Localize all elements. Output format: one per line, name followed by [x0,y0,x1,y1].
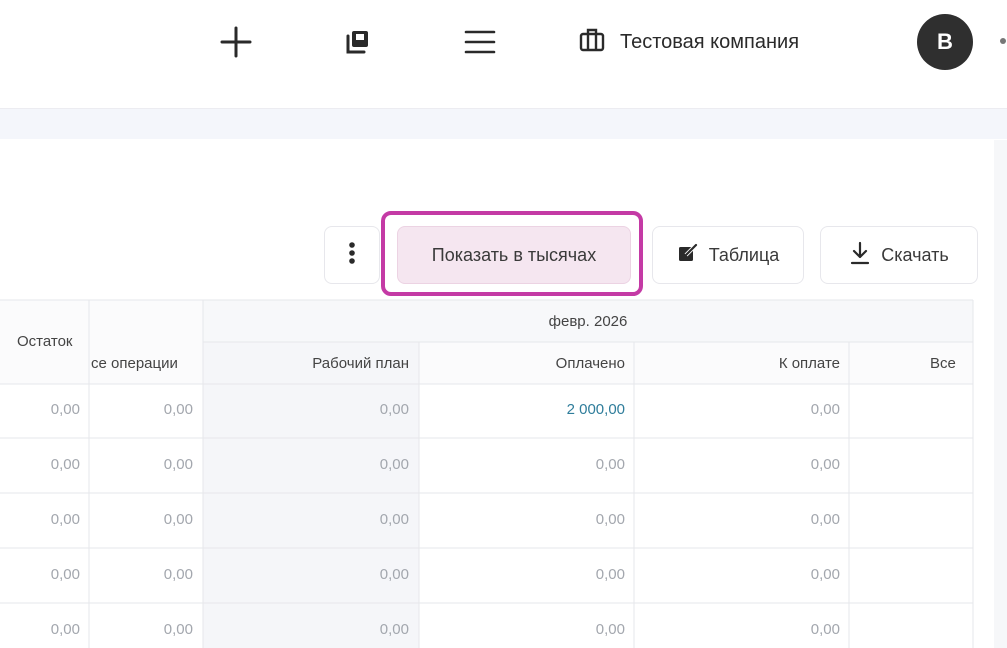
header-all-operations: се операции [91,355,178,372]
header-paid[interactable]: Оплачено [419,355,625,372]
cell-paid: 0,00 [595,566,625,583]
top-bar: Тестовая компания В [0,0,1007,109]
cell-balance: 0,00 [50,566,80,583]
cell-work-plan: 0,00 [379,566,409,583]
download-icon [849,241,871,270]
hamburger-icon[interactable] [460,22,500,62]
cell-all-operations: 0,00 [163,401,193,418]
cell-to-pay: 0,00 [810,401,840,418]
header-month-group: февр. 2026 [548,313,628,330]
scroll-gutter[interactable] [994,140,1007,648]
cell-balance: 0,00 [50,456,80,473]
header-balance: Остаток [17,333,73,350]
header-all[interactable]: Все [930,355,973,372]
cell-all-operations: 0,00 [163,456,193,473]
avatar[interactable]: В [917,14,973,70]
more-actions-button[interactable] [324,226,380,284]
cell-all-operations: 0,00 [163,511,193,528]
vertical-dots-icon [348,241,356,270]
edit-icon [677,242,699,269]
header-work-plan[interactable]: Рабочий план [203,355,409,372]
cell-all-operations: 0,00 [163,566,193,583]
cell-paid: 0,00 [595,456,625,473]
cell-paid: 0,00 [595,621,625,638]
briefcase-icon [578,26,606,59]
copy-icon[interactable] [340,24,376,60]
cell-work-plan: 0,00 [379,621,409,638]
cell-work-plan: 0,00 [379,511,409,528]
download-button[interactable]: Скачать [820,226,978,284]
cell-balance: 0,00 [50,511,80,528]
avatar-menu-icon[interactable] [1000,38,1006,44]
cell-to-pay: 0,00 [810,566,840,583]
cell-balance: 0,00 [50,621,80,638]
table-button-label: Таблица [708,244,780,265]
table-button[interactable]: Таблица [652,226,804,284]
cell-balance: 0,00 [50,401,80,418]
plus-icon[interactable] [216,22,256,62]
cell-to-pay: 0,00 [810,621,840,638]
cell-paid: 0,00 [595,511,625,528]
company-name: Тестовая компания [620,30,800,53]
cell-work-plan: 0,00 [379,456,409,473]
cell-to-pay: 0,00 [810,511,840,528]
cell-paid-link[interactable]: 2 000,00 [419,401,625,418]
cell-all-operations: 0,00 [163,621,193,638]
download-button-label: Скачать [881,244,949,265]
cell-to-pay: 0,00 [810,456,840,473]
cell-work-plan: 0,00 [379,401,409,418]
company-switcher[interactable]: Тестовая компания [578,22,799,62]
show-in-thousands-button[interactable]: Показать в тысячах [397,226,631,284]
header-to-pay[interactable]: К оплате [634,355,840,372]
sub-bar [0,109,1007,139]
plan-column-shade [203,300,419,648]
